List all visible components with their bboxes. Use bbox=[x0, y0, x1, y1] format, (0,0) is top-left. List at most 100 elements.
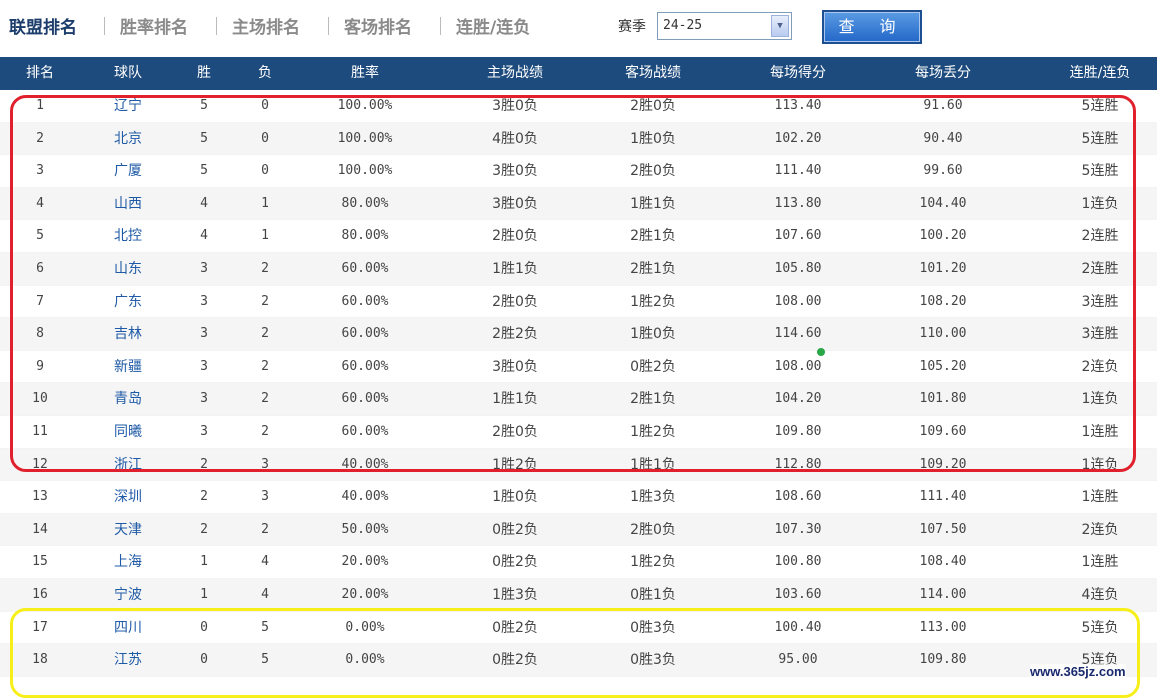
cell-losses: 0 bbox=[261, 163, 269, 179]
top-nav: 联盟排名 胜率排名 主场排名 客场排名 连胜/连负 赛季 24-25 ▼ 查 询 bbox=[0, 0, 1157, 57]
table-row: 1 辽宁 5 0 100.00% 3胜0负 2胜0负 113.40 91.60 5连胜 bbox=[0, 90, 1157, 123]
cell-streak: 2连胜 bbox=[1081, 260, 1119, 277]
cell-team[interactable]: 上海 bbox=[98, 546, 158, 578]
cell-team[interactable]: 辽宁 bbox=[98, 90, 158, 122]
cell-team[interactable]: 浙江 bbox=[98, 449, 158, 481]
cell-losses: 5 bbox=[261, 652, 269, 668]
col-win-pct[interactable]: 胜率 bbox=[325, 57, 405, 90]
cell-team[interactable]: 深圳 bbox=[98, 481, 158, 513]
cell-points-per-game: 111.40 bbox=[774, 163, 822, 179]
col-points-allowed[interactable]: 每场丢分 bbox=[893, 57, 993, 90]
col-rank[interactable]: 排名 bbox=[10, 57, 70, 90]
cell-points-per-game: 112.80 bbox=[774, 456, 822, 472]
col-team[interactable]: 球队 bbox=[98, 57, 158, 90]
cell-team[interactable]: 四川 bbox=[98, 612, 158, 644]
cell-streak: 5连胜 bbox=[1081, 98, 1119, 114]
cell-points-per-game: 108.60 bbox=[774, 489, 822, 505]
table-row: 13 深圳 2 3 40.00% 1胜0负 1胜3负 108.60 111.40 1连胜 bbox=[0, 481, 1157, 514]
cell-home-record: 2胜0负 bbox=[492, 228, 538, 245]
cell-team[interactable]: 吉林 bbox=[98, 318, 158, 350]
cell-points-allowed: 108.40 bbox=[919, 554, 967, 570]
query-button[interactable]: 查 询 bbox=[822, 10, 922, 44]
tab-separator bbox=[216, 17, 217, 35]
cell-home-record: 1胜2负 bbox=[492, 456, 538, 473]
table-row: 3 广厦 5 0 100.00% 3胜0负 2胜0负 111.40 99.60 5连胜 bbox=[0, 155, 1157, 188]
cell-win-pct: 60.00% bbox=[341, 260, 389, 276]
cell-points-allowed: 105.20 bbox=[919, 358, 967, 374]
tab-separator bbox=[104, 17, 105, 35]
cell-losses: 2 bbox=[261, 391, 269, 407]
cell-home-record: 2胜0负 bbox=[492, 293, 538, 310]
cell-wins: 5 bbox=[200, 130, 208, 146]
cell-points-per-game: 100.80 bbox=[774, 554, 822, 570]
tab-win-rate-ranking[interactable]: 胜率排名 bbox=[120, 13, 188, 38]
cell-team[interactable]: 北京 bbox=[98, 123, 158, 155]
cell-team[interactable]: 山东 bbox=[98, 253, 158, 285]
cell-home-record: 3胜0负 bbox=[492, 195, 538, 212]
cell-team[interactable]: 同曦 bbox=[98, 416, 158, 448]
col-points-per-game[interactable]: 每场得分 bbox=[748, 57, 848, 90]
tab-home-ranking[interactable]: 主场排名 bbox=[232, 13, 300, 38]
season-select[interactable]: 24-25 ▼ bbox=[657, 12, 792, 40]
chevron-down-icon[interactable]: ▼ bbox=[771, 15, 789, 37]
cell-wins: 4 bbox=[200, 228, 208, 244]
tab-league-ranking[interactable]: 联盟排名 bbox=[9, 13, 77, 38]
cell-streak: 1连负 bbox=[1081, 195, 1119, 212]
col-wins[interactable]: 胜 bbox=[184, 57, 224, 90]
cell-team[interactable]: 广厦 bbox=[98, 155, 158, 187]
col-losses[interactable]: 负 bbox=[245, 57, 285, 90]
cell-losses: 3 bbox=[261, 456, 269, 472]
cell-team[interactable]: 江苏 bbox=[98, 644, 158, 676]
cell-rank: 12 bbox=[32, 456, 48, 472]
cell-points-allowed: 91.60 bbox=[923, 98, 963, 113]
table-row: 17 四川 0 5 0.00% 0胜2负 0胜3负 100.40 113.00 5连负 bbox=[0, 612, 1157, 645]
cell-home-record: 0胜2负 bbox=[492, 554, 538, 571]
tab-separator bbox=[440, 17, 441, 35]
cell-points-allowed: 111.40 bbox=[919, 489, 967, 505]
cell-home-record: 0胜2负 bbox=[492, 652, 538, 669]
col-streak[interactable]: 连胜/连负 bbox=[1050, 57, 1150, 90]
tab-streak[interactable]: 连胜/连负 bbox=[456, 13, 530, 38]
table-row: 16 宁波 1 4 20.00% 1胜3负 0胜1负 103.60 114.00 4连负 bbox=[0, 578, 1157, 612]
cell-points-per-game: 100.40 bbox=[774, 619, 822, 635]
cell-team[interactable]: 北控 bbox=[98, 220, 158, 252]
cell-away-record: 2胜0负 bbox=[630, 163, 676, 180]
cell-points-per-game: 102.20 bbox=[774, 130, 822, 146]
tab-separator bbox=[328, 17, 329, 35]
cell-points-allowed: 104.40 bbox=[919, 195, 967, 211]
cell-team[interactable]: 天津 bbox=[98, 514, 158, 546]
cell-away-record: 0胜3负 bbox=[630, 619, 676, 636]
cell-streak: 2连胜 bbox=[1081, 228, 1119, 245]
cell-away-record: 2胜1负 bbox=[630, 260, 676, 277]
cell-streak: 5连胜 bbox=[1081, 163, 1119, 180]
cell-losses: 1 bbox=[261, 195, 269, 211]
cell-win-pct: 100.00% bbox=[337, 98, 393, 113]
cell-streak: 1连胜 bbox=[1081, 423, 1119, 440]
cell-points-per-game: 113.80 bbox=[774, 195, 822, 211]
col-away-record[interactable]: 客场战绩 bbox=[603, 57, 703, 90]
cell-team[interactable]: 山西 bbox=[98, 188, 158, 220]
cell-points-per-game: 95.00 bbox=[778, 652, 818, 668]
cell-away-record: 1胜2负 bbox=[630, 293, 676, 310]
cell-win-pct: 20.00% bbox=[341, 554, 389, 570]
cell-win-pct: 0.00% bbox=[345, 619, 385, 635]
cell-team[interactable]: 广东 bbox=[98, 286, 158, 318]
col-home-record[interactable]: 主场战绩 bbox=[465, 57, 565, 90]
cell-streak: 1连负 bbox=[1081, 391, 1119, 408]
table-header: 排名 球队 胜 负 胜率 主场战绩 客场战绩 每场得分 每场丢分 连胜/连负 bbox=[0, 57, 1157, 90]
cell-away-record: 1胜0负 bbox=[630, 326, 676, 343]
table-row: 4 山西 4 1 80.00% 3胜0负 1胜1负 113.80 104.40 1连负 bbox=[0, 187, 1157, 221]
cell-streak: 3连胜 bbox=[1081, 293, 1119, 310]
cell-losses: 3 bbox=[261, 489, 269, 505]
cell-away-record: 0胜3负 bbox=[630, 652, 676, 669]
cell-team[interactable]: 新疆 bbox=[98, 351, 158, 383]
tab-away-ranking[interactable]: 客场排名 bbox=[344, 13, 412, 38]
cell-wins: 1 bbox=[200, 554, 208, 570]
cell-wins: 3 bbox=[200, 260, 208, 276]
season-label: 赛季 bbox=[618, 19, 646, 35]
cell-win-pct: 40.00% bbox=[341, 489, 389, 505]
cell-points-allowed: 101.80 bbox=[919, 391, 967, 407]
cell-team[interactable]: 宁波 bbox=[98, 579, 158, 611]
cell-team[interactable]: 青岛 bbox=[98, 383, 158, 415]
cell-points-per-game: 114.60 bbox=[774, 326, 822, 342]
